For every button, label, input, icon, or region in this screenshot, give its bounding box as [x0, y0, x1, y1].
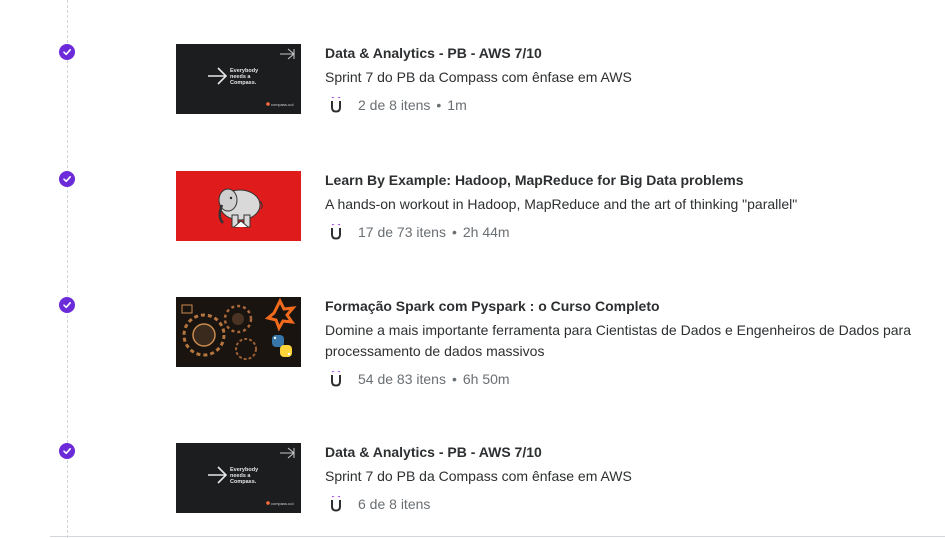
course-thumbnail-compass[interactable]: Everybody needs a Compass. compass.uol — [176, 443, 301, 513]
course-meta: 54 de 83 itens • 6h 50m — [325, 370, 925, 388]
meta-separator: • — [436, 97, 442, 113]
course-title[interactable]: Data & Analytics - PB - AWS 7/10 — [325, 444, 925, 461]
course-description: Sprint 7 do PB da Compass com ênfase em … — [325, 468, 632, 484]
meta-separator: • — [451, 371, 457, 387]
bottom-divider — [50, 536, 945, 537]
course-duration: 2h 44m — [462, 224, 510, 240]
check-circle-icon — [59, 171, 75, 187]
course-thumbnail-spark[interactable] — [176, 297, 301, 367]
course-thumbnail-compass[interactable]: Everybody needs a Compass. compass.uol — [176, 44, 301, 114]
course-progress: 6 de 8 itens — [358, 496, 431, 512]
course-meta: 17 de 73 itens • 2h 44m — [325, 223, 925, 241]
meta-separator: • — [451, 224, 457, 240]
course-title[interactable]: Data & Analytics - PB - AWS 7/10 — [325, 45, 925, 62]
course-thumbnail-hadoop[interactable] — [176, 171, 301, 241]
check-circle-icon — [59, 297, 75, 313]
course-duration: 6h 50m — [462, 371, 510, 387]
udemy-u-icon — [331, 224, 341, 240]
udemy-u-icon — [331, 496, 341, 512]
course-duration: 1m — [447, 97, 467, 113]
course-meta: 2 de 8 itens • 1m — [325, 96, 925, 114]
course-title[interactable]: Learn By Example: Hadoop, MapReduce for … — [325, 172, 925, 189]
course-description: Domine a mais importante ferramenta para… — [325, 322, 911, 359]
check-circle-icon — [59, 44, 75, 60]
udemy-u-icon — [331, 371, 341, 387]
thumb-brand: compass.uol — [271, 102, 294, 107]
udemy-u-icon — [331, 97, 341, 113]
thumb-text-line: Compass. — [230, 479, 257, 485]
thumb-brand: compass.uol — [271, 501, 294, 506]
course-meta: 6 de 8 itens — [325, 495, 925, 513]
check-circle-icon — [59, 443, 75, 459]
course-title[interactable]: Formação Spark com Pyspark : o Curso Com… — [325, 298, 925, 315]
course-description: A hands-on workout in Hadoop, MapReduce … — [325, 196, 798, 212]
course-description: Sprint 7 do PB da Compass com ênfase em … — [325, 69, 632, 85]
course-progress: 54 de 83 itens — [358, 371, 446, 387]
course-progress: 17 de 73 itens — [358, 224, 446, 240]
thumb-text-line: Compass. — [230, 80, 257, 86]
course-progress: 2 de 8 itens — [358, 97, 431, 113]
